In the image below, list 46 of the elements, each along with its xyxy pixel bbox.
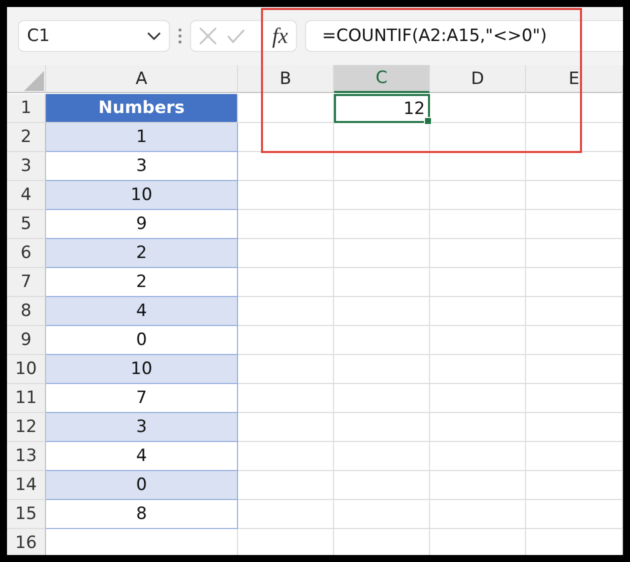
cancel-icon[interactable] — [199, 27, 217, 45]
name-box[interactable]: C1 — [18, 20, 170, 52]
column-header[interactable]: C — [334, 65, 430, 93]
row-header[interactable]: 8 — [7, 297, 46, 326]
row-header[interactable]: 7 — [7, 268, 46, 297]
table-cell: 3 — [46, 413, 238, 442]
table-cell: 4 — [46, 442, 238, 471]
row-header[interactable]: 2 — [7, 123, 46, 152]
table-cell: 10 — [46, 181, 238, 210]
table-cell: 0 — [46, 471, 238, 500]
row-header[interactable]: 12 — [7, 413, 46, 442]
table-cell: 2 — [46, 239, 238, 268]
table-cell: 1 — [46, 123, 238, 152]
table-cell: 0 — [46, 326, 238, 355]
row-header[interactable]: 15 — [7, 500, 46, 529]
table-cell: 10 — [46, 355, 238, 384]
formula-field[interactable]: =COUNTIF(A2:A15,"<>0") — [305, 20, 623, 52]
column-header[interactable]: B — [238, 65, 334, 93]
row-header[interactable]: 16 — [7, 529, 46, 555]
column-header[interactable]: E — [526, 65, 623, 93]
fill-handle[interactable] — [424, 117, 432, 125]
chevron-icon — [147, 32, 161, 40]
table-cell: 3 — [46, 152, 238, 181]
table-cell: 2 — [46, 268, 238, 297]
table-cell: 12 — [334, 94, 430, 123]
row-header[interactable]: 1 — [7, 94, 46, 123]
row-header[interactable]: 6 — [7, 239, 46, 268]
row-header[interactable]: 13 — [7, 442, 46, 471]
function-button[interactable]: fx — [272, 23, 288, 49]
row-header[interactable]: 5 — [7, 210, 46, 239]
select-all-icon[interactable] — [23, 70, 45, 92]
row-header[interactable]: 14 — [7, 471, 46, 500]
table-cell: 9 — [46, 210, 238, 239]
grip-icon — [178, 27, 182, 45]
table-cell: Numbers — [46, 94, 238, 123]
row-header[interactable]: 4 — [7, 181, 46, 210]
table-cell: 4 — [46, 297, 238, 326]
check-icon[interactable] — [227, 29, 245, 43]
column-header[interactable]: A — [46, 65, 238, 93]
row-header[interactable]: 10 — [7, 355, 46, 384]
table-cell: 7 — [46, 384, 238, 413]
row-header[interactable]: 3 — [7, 152, 46, 181]
row-header[interactable]: 11 — [7, 384, 46, 413]
table-cell: 8 — [46, 500, 238, 529]
row-header[interactable]: 9 — [7, 326, 46, 355]
column-header[interactable]: D — [430, 65, 526, 93]
